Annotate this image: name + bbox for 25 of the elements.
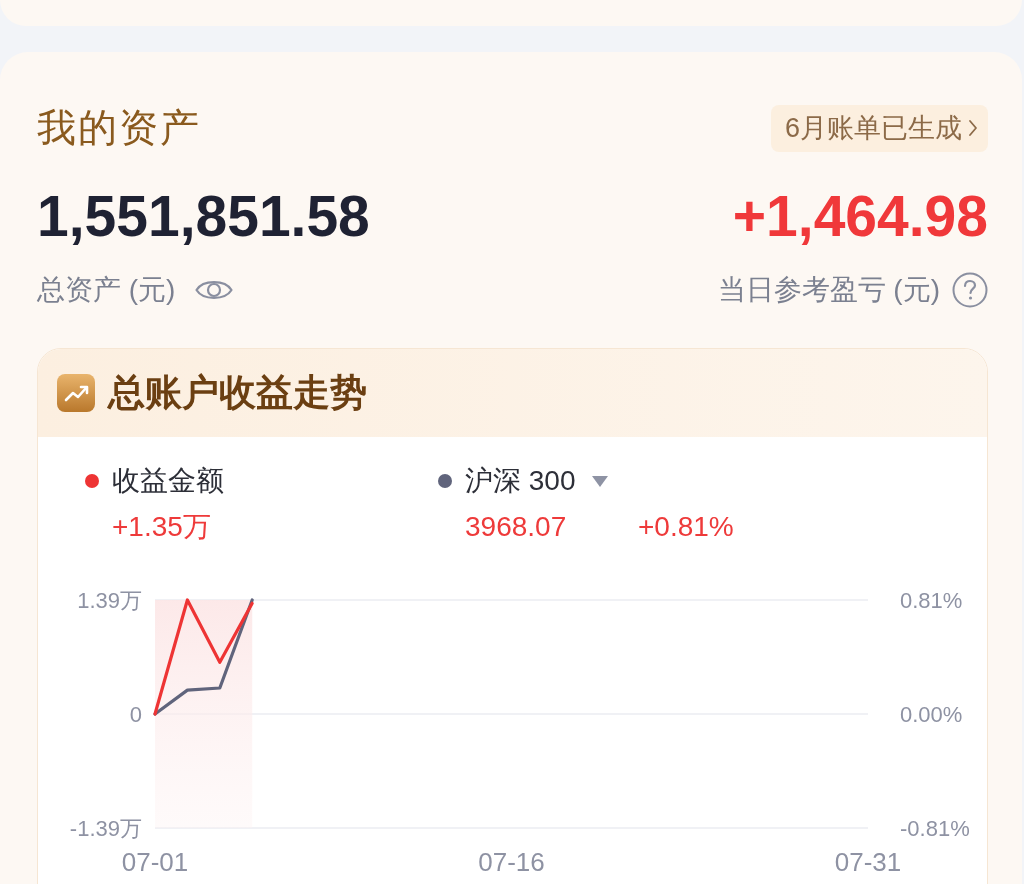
y-axis-label: 0 [129,701,142,727]
trend-card-title: 总账户收益走势 [108,371,367,415]
section-title: 我的资产 [37,105,201,151]
caret-down-icon [591,475,608,487]
daily-pnl-label: 当日参考盈亏 (元) [717,273,940,307]
legend-label: 收益金额 [112,464,224,498]
x-axis-label: 07-31 [834,847,902,877]
daily-pnl-value: +1,464.98 [732,186,988,246]
total-assets-label: 总资产 (元) [37,273,176,307]
y-axis-label: 0.00% [900,701,963,727]
x-axis-label: 07-16 [478,847,545,877]
y-axis-label: -1.39万 [69,815,142,841]
legend-reading: 3968.07 [465,511,568,543]
bill-notice-button[interactable]: 6月账单已生成 [770,104,988,152]
trend-chart-icon [57,374,95,412]
y-axis-label: 1.39万 [77,587,142,613]
index-dropdown[interactable]: 沪深 300 [465,462,608,500]
y-axis-label: 0.81% [900,587,963,613]
help-icon[interactable] [952,272,988,308]
chevron-right-icon [968,119,978,137]
x-axis-label: 07-01 [121,847,189,877]
total-assets-value: 1,551,851.58 [37,186,370,246]
legend-reading: +1.35万 [112,510,212,544]
legend-reading: +0.81% [638,511,735,543]
y-axis-label: -0.81% [900,815,970,841]
